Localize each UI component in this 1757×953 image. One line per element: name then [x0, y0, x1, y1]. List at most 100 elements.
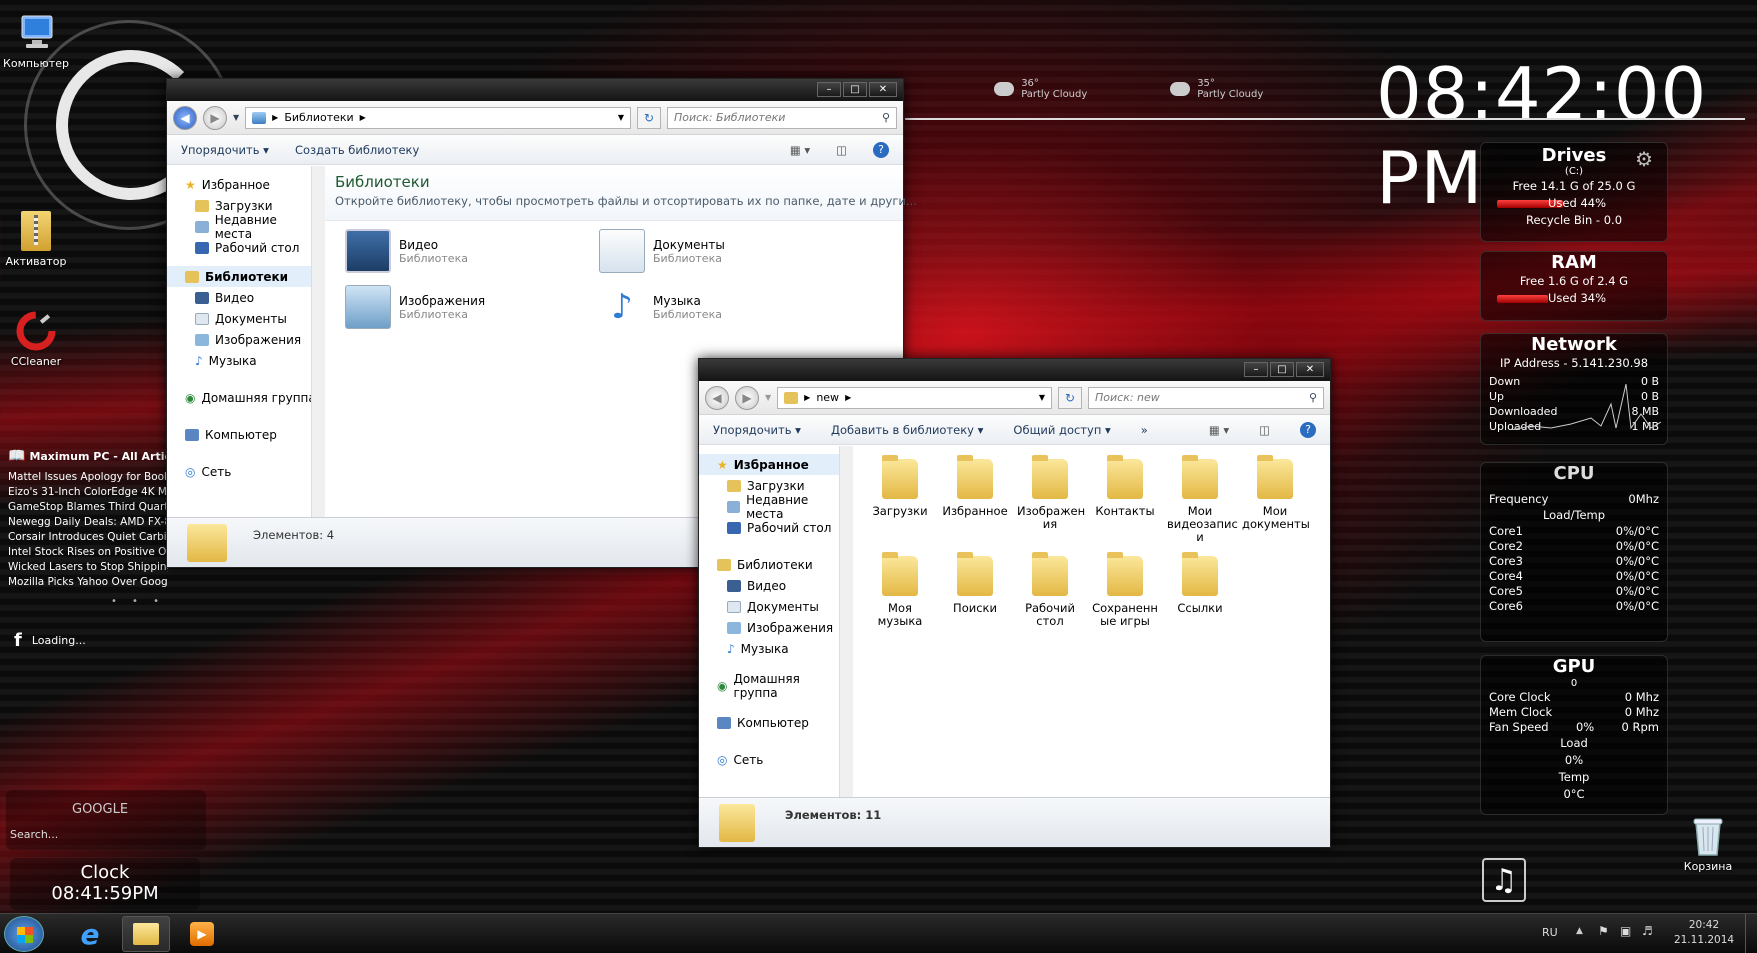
nav-recent[interactable]: Недавние места [717, 493, 843, 521]
folder-item[interactable]: Избранное [942, 455, 1008, 544]
news-item[interactable]: Mattel Issues Apology for Book [8, 470, 168, 485]
network-tray-icon[interactable]: ▣ [1620, 924, 1631, 938]
nav-network[interactable]: ◎ Сеть [185, 461, 316, 482]
minimize-button[interactable]: – [817, 82, 841, 97]
organize-menu[interactable]: Упорядочить ▾ [713, 423, 801, 437]
maximize-button[interactable]: □ [843, 82, 867, 97]
news-pager[interactable]: • • • [8, 596, 168, 607]
preview-pane-icon[interactable]: ◫ [836, 143, 847, 157]
back-button[interactable]: ◀ [705, 385, 729, 410]
nav-computer[interactable]: Компьютер [717, 712, 843, 733]
desktop-icon-ccleaner[interactable]: CCleaner [0, 310, 74, 368]
add-to-library-menu[interactable]: Добавить в библиотеку ▾ [831, 423, 983, 437]
nav-libraries[interactable]: Библиотеки [717, 554, 843, 575]
show-desktop-button[interactable] [1745, 914, 1757, 953]
nav-favorites[interactable]: ★ Избранное [185, 174, 316, 195]
forward-button[interactable]: ▶ [735, 385, 759, 410]
google-search-input[interactable]: Search... [10, 828, 58, 841]
desktop-icon-recycle-bin[interactable]: Корзина [1670, 815, 1746, 873]
nav-video[interactable]: Видео [185, 287, 316, 308]
nav-music[interactable]: ♪ Музыка [185, 350, 316, 371]
address-bar[interactable]: ▶ Библиотеки ▶ ▼ [245, 106, 631, 129]
chevron-down-icon[interactable]: ▼ [1039, 393, 1045, 402]
taskbar-ie-button[interactable]: e [66, 916, 114, 952]
folder-item[interactable]: Поиски [942, 552, 1008, 628]
address-bar[interactable]: ▶ new ▶ ▼ [777, 386, 1052, 409]
folder-item[interactable]: Моя музыка [867, 552, 933, 628]
preview-pane-icon[interactable]: ◫ [1259, 423, 1270, 437]
nav-documents[interactable]: Документы [185, 308, 316, 329]
nav-scrollbar[interactable] [311, 166, 325, 519]
news-item[interactable]: Newegg Daily Deals: AMD FX-83 [8, 515, 168, 530]
folder-item[interactable]: Ссылки [1167, 552, 1233, 628]
folder-item[interactable]: Изображен ия [1017, 455, 1085, 544]
close-button[interactable]: ✕ [869, 82, 897, 97]
volume-tray-icon[interactable]: ♬ [1642, 924, 1653, 938]
nav-video[interactable]: Видео [717, 575, 843, 596]
taskbar-media-button[interactable]: ▶ [178, 916, 226, 952]
nav-computer[interactable]: Компьютер [185, 424, 316, 445]
news-item[interactable]: Mozilla Picks Yahoo Over Google a... [8, 575, 168, 590]
back-button[interactable]: ◀ [173, 105, 197, 130]
nav-images[interactable]: Изображения [185, 329, 316, 350]
refresh-button[interactable]: ↻ [1058, 386, 1082, 409]
search-input[interactable]: Поиск: Библиотеки ⚲ [667, 106, 897, 129]
facebook-gadget[interactable]: f Loading... [14, 630, 86, 651]
organize-menu[interactable]: Упорядочить ▾ [181, 143, 269, 157]
start-button[interactable] [4, 916, 44, 952]
share-menu[interactable]: Общий доступ ▾ [1013, 423, 1110, 437]
library-tile-images[interactable]: Изображения Библиотека [345, 285, 485, 329]
folder-item[interactable]: Сохраненн ые игры [1092, 552, 1158, 628]
nav-homegroup[interactable]: ◉ Домашняя группа [185, 387, 316, 408]
window-titlebar[interactable]: – □ ✕ [699, 359, 1330, 381]
maximize-button[interactable]: □ [1270, 362, 1294, 377]
nav-network[interactable]: ◎ Сеть [717, 749, 843, 770]
refresh-button[interactable]: ↻ [637, 106, 661, 129]
more-commands-button[interactable]: » [1141, 423, 1148, 437]
nav-documents[interactable]: Документы [717, 596, 843, 617]
action-center-flag-icon[interactable]: ⚑ [1598, 924, 1609, 938]
gear-icon[interactable]: ⚙ [1635, 147, 1653, 171]
view-options-icon[interactable]: ▦ ▾ [1209, 423, 1229, 437]
library-tile-music[interactable]: ♪ Музыка Библиотека [599, 285, 722, 329]
language-indicator[interactable]: RU [1542, 926, 1558, 939]
folder-item[interactable]: Рабочий стол [1017, 552, 1083, 628]
nav-libraries[interactable]: Библиотеки [167, 266, 316, 287]
minimize-button[interactable]: – [1244, 362, 1268, 377]
folder-item[interactable]: Загрузки [867, 455, 933, 544]
nav-desktop[interactable]: Рабочий стол [717, 517, 843, 538]
news-item[interactable]: GameStop Blames Third Quarter [8, 500, 168, 515]
help-icon[interactable]: ? [873, 141, 889, 158]
library-tile-documents[interactable]: Документы Библиотека [599, 229, 725, 273]
nav-desktop[interactable]: Рабочий стол [185, 237, 316, 258]
folder-item[interactable]: Мои документы [1242, 455, 1310, 544]
history-dropdown-icon[interactable]: ▼ [233, 113, 239, 122]
chevron-down-icon[interactable]: ▼ [618, 113, 624, 122]
library-tile-video[interactable]: Видео Библиотека [345, 229, 468, 273]
news-item[interactable]: Corsair Introduces Quiet Carbid [8, 530, 168, 545]
nav-recent[interactable]: Недавние места [185, 213, 316, 241]
music-gadget[interactable]: ♫ [1482, 858, 1526, 902]
help-icon[interactable]: ? [1300, 421, 1316, 438]
tray-clock[interactable]: 20:42 21.11.2014 [1668, 918, 1740, 948]
view-options-icon[interactable]: ▦ ▾ [790, 143, 810, 157]
news-item[interactable]: Eizo's 31-Inch ColorEdge 4K Mo [8, 485, 168, 500]
tray-expand-icon[interactable]: ▲ [1576, 926, 1583, 936]
news-item[interactable]: Wicked Lasers to Stop Shipping [8, 560, 168, 575]
window-titlebar[interactable]: – □ ✕ [167, 79, 903, 101]
close-button[interactable]: ✕ [1296, 362, 1324, 377]
news-item[interactable]: Intel Stock Rises on Positive Ou [8, 545, 168, 560]
nav-favorites[interactable]: ★ Избранное [699, 454, 843, 475]
search-input[interactable]: Поиск: new ⚲ [1088, 386, 1324, 409]
desktop-icon-activator[interactable]: Активатор [0, 210, 74, 268]
nav-homegroup[interactable]: ◉ Домашняя группа [717, 672, 843, 700]
folder-item[interactable]: Контакты [1092, 455, 1158, 544]
nav-images[interactable]: Изображения [717, 617, 843, 638]
forward-button[interactable]: ▶ [203, 105, 227, 130]
taskbar-explorer-button[interactable] [122, 916, 170, 952]
create-library-button[interactable]: Создать библиотеку [295, 143, 419, 157]
history-dropdown-icon[interactable]: ▼ [765, 393, 771, 402]
nav-music[interactable]: ♪ Музыка [717, 638, 843, 659]
folder-item[interactable]: Мои видеозапис и [1167, 455, 1238, 544]
nav-scrollbar[interactable] [839, 446, 853, 799]
